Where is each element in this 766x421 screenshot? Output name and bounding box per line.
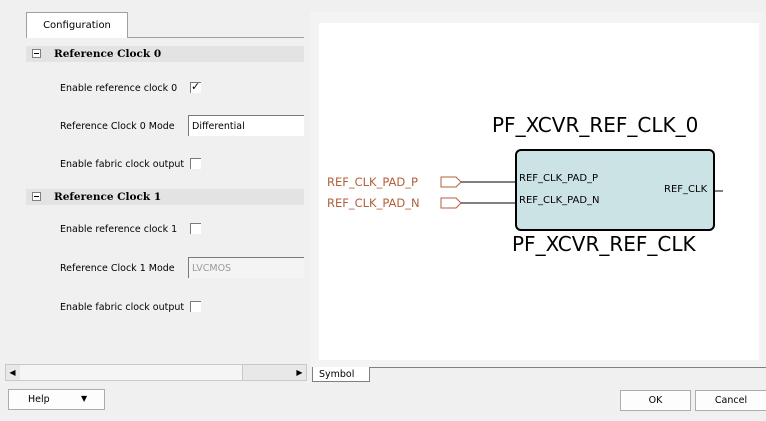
tab-configuration-label: Configuration [43, 20, 111, 31]
ok-button[interactable]: OK [620, 390, 691, 411]
horizontal-scrollbar[interactable]: ◀ ▶ [5, 364, 307, 381]
ref-clock-1-mode-field: LVCMOS [188, 257, 304, 278]
enable-ref-clock-1-checkbox[interactable] [190, 223, 201, 234]
enable-fabric-clock-1-checkbox[interactable] [190, 301, 201, 312]
symbol-panel: PF_XCVR_REF_CLK_0 REF_CLK_PAD_P REF_CLK_… [310, 12, 766, 367]
cancel-button[interactable]: Cancel [695, 390, 766, 411]
enable-ref-clock-0-checkbox[interactable] [190, 80, 201, 93]
tab-divider [370, 367, 766, 368]
cancel-button-label: Cancel [714, 395, 748, 406]
output-pin-label: REF_CLK [664, 184, 708, 195]
ok-button-label: OK [648, 395, 663, 406]
enable-fabric-clock-0-checkbox[interactable] [190, 158, 201, 169]
section-title: Reference Clock 1 [54, 191, 162, 203]
configuration-panel: Reference Clock 0 Enable reference clock… [26, 37, 304, 362]
section-header-reference-clock-1[interactable]: Reference Clock 1 [26, 189, 304, 205]
tab-symbol-label: Symbol [319, 368, 355, 380]
ref-clock-1-mode-label: Reference Clock 1 Mode [60, 263, 175, 274]
inner-pin-label: REF_CLK_PAD_N [519, 195, 600, 206]
scroll-right-icon[interactable]: ▶ [293, 365, 306, 380]
enable-ref-clock-1-label: Enable reference clock 1 [60, 224, 178, 235]
tab-symbol[interactable]: Symbol [312, 367, 370, 382]
input-port-arrow-icon [440, 197, 462, 209]
enable-ref-clock-0-label: Enable reference clock 0 [60, 83, 178, 94]
input-port-arrow-icon [440, 176, 462, 188]
symbol-canvas: PF_XCVR_REF_CLK_0 REF_CLK_PAD_P REF_CLK_… [319, 23, 759, 360]
help-button-label: Help [28, 394, 50, 405]
dropdown-arrow-icon: ▼ [81, 394, 88, 403]
enable-fabric-clock-0-label: Enable fabric clock output [60, 159, 185, 170]
ref-clock-0-mode-field[interactable]: Differential [188, 115, 304, 136]
section-title: Reference Clock 0 [54, 48, 162, 60]
help-button[interactable]: Help ▼ [8, 389, 105, 410]
enable-fabric-clock-1-label: Enable fabric clock output [60, 302, 185, 313]
tab-configuration[interactable]: Configuration [26, 12, 128, 38]
collapse-icon[interactable] [32, 49, 41, 58]
section-header-reference-clock-0[interactable]: Reference Clock 0 [26, 46, 304, 62]
component-name: PF_XCVR_REF_CLK [512, 232, 696, 256]
scroll-left-icon[interactable]: ◀ [6, 365, 19, 380]
inner-pin-label: REF_CLK_PAD_P [519, 173, 599, 184]
collapse-icon[interactable] [32, 192, 41, 201]
scrollbar-thumb[interactable] [20, 365, 243, 380]
ref-clock-0-mode-label: Reference Clock 0 Mode [60, 121, 175, 132]
